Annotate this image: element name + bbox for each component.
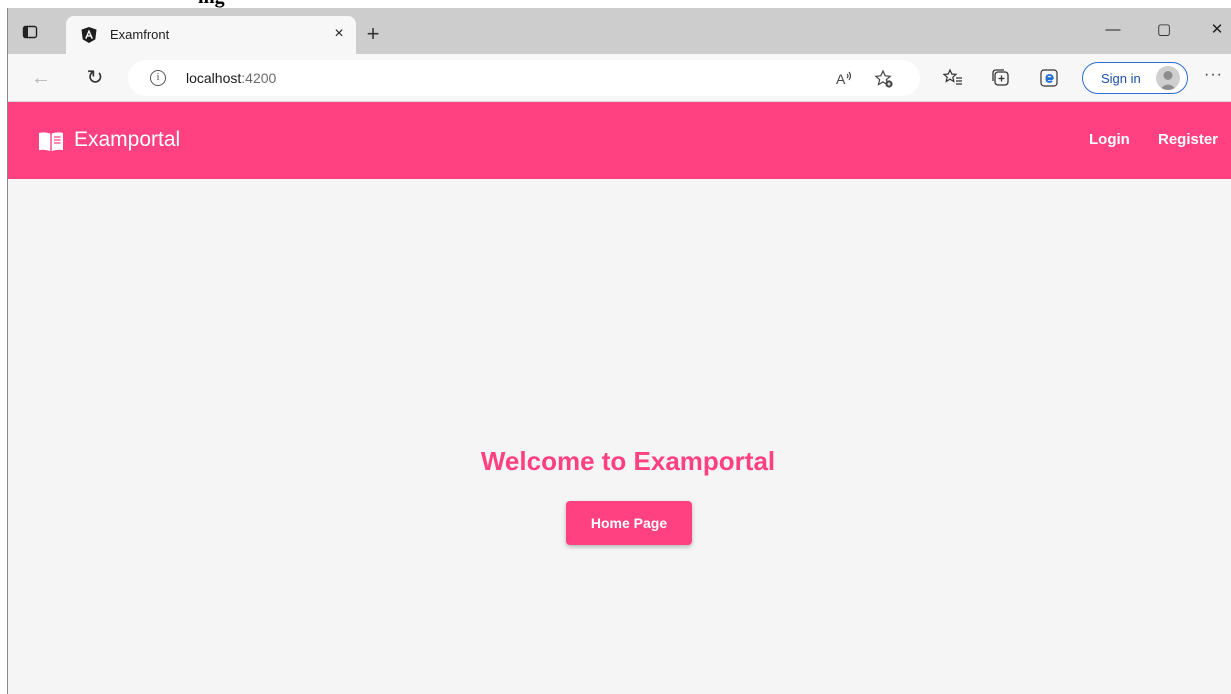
more-options-button[interactable]: ···	[1204, 66, 1223, 84]
browser-tab-active[interactable]: Examfront ×	[66, 16, 356, 54]
close-window-button[interactable]: ✕	[1202, 18, 1231, 42]
add-favorite-icon[interactable]	[874, 69, 894, 89]
tab-title: Examfront	[110, 27, 170, 42]
collections-icon[interactable]	[991, 68, 1011, 88]
angular-logo-icon	[80, 26, 98, 44]
document-top-strip: ing	[0, 0, 1231, 8]
url-host: localhost	[186, 70, 242, 86]
profile-avatar-icon	[1156, 66, 1180, 90]
minimize-button[interactable]: —	[1098, 18, 1128, 42]
svg-text:A: A	[836, 71, 846, 87]
main-content: Welcome to Examportal Home Page	[8, 179, 1231, 694]
open-book-icon	[38, 131, 64, 152]
sign-in-button[interactable]: Sign in	[1082, 62, 1188, 94]
maximize-button[interactable]: ▢	[1149, 18, 1179, 42]
tab-strip: Examfront × + — ▢ ✕	[8, 8, 1231, 54]
cropped-document-heading: ing	[198, 0, 225, 8]
register-link[interactable]: Register	[1158, 131, 1218, 148]
app-toolbar: Examportal Login Register	[8, 102, 1231, 179]
sign-in-label: Sign in	[1101, 71, 1141, 86]
url-text[interactable]: localhost:4200	[186, 70, 276, 86]
welcome-heading: Welcome to Examportal	[480, 446, 776, 476]
address-bar[interactable]: i localhost:4200 A	[128, 60, 920, 96]
new-tab-button[interactable]: +	[360, 22, 386, 48]
home-page-button[interactable]: Home Page	[566, 501, 692, 545]
browser-window: Examfront × + — ▢ ✕ ← ↻ i localhost:4200…	[7, 8, 1231, 694]
info-icon[interactable]: i	[150, 70, 166, 86]
back-button[interactable]: ←	[28, 65, 54, 91]
app-brand-title[interactable]: Examportal	[74, 128, 180, 152]
internet-explorer-mode-icon[interactable]	[1039, 68, 1059, 88]
tab-actions-icon[interactable]	[22, 24, 38, 40]
read-aloud-icon[interactable]: A	[834, 69, 854, 89]
favorites-icon[interactable]	[942, 68, 963, 88]
refresh-button[interactable]: ↻	[82, 65, 108, 91]
browser-toolbar: ← ↻ i localhost:4200 A Sign in ···	[8, 54, 1231, 102]
tab-close-icon[interactable]: ×	[329, 24, 349, 44]
url-port: :4200	[241, 70, 277, 86]
login-link[interactable]: Login	[1089, 131, 1130, 148]
